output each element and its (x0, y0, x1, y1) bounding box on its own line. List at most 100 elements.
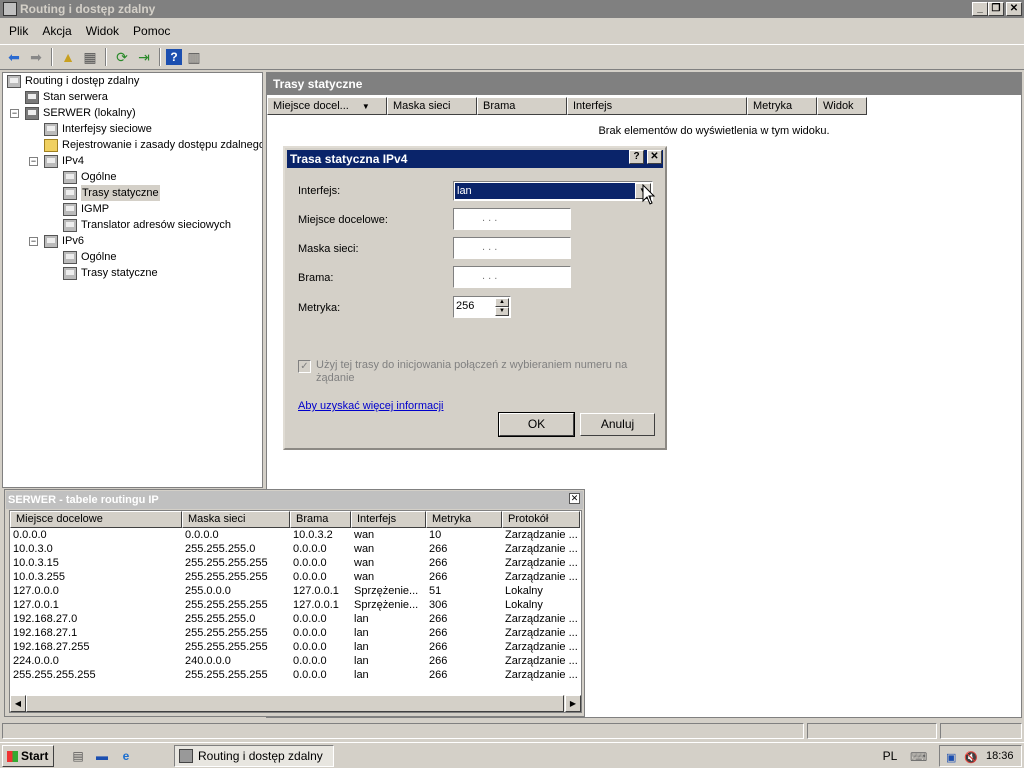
tree-server-status[interactable]: Stan serwera (25, 89, 108, 105)
scroll-right-icon[interactable]: ▶ (565, 695, 581, 712)
table-cell: lan (354, 613, 369, 625)
table-row[interactable]: 10.0.3.15 255.255.255.255 0.0.0.0 wan 266 Zar… (10, 556, 581, 570)
destination-ip-field[interactable]: . . . (453, 208, 571, 230)
tree-root[interactable]: Routing i dostęp zdalny (7, 73, 139, 89)
routing-app-icon (3, 2, 17, 16)
table-cell: 0.0.0.0 (293, 557, 327, 569)
show-desktop-icon[interactable]: ▬ (94, 748, 110, 764)
table-row[interactable]: 192.168.27.0 255.255.255.0 0.0.0.0 lan 266 Za… (10, 612, 581, 626)
taskbar-routing-button[interactable]: Routing i dostęp zdalny (174, 745, 334, 767)
minimize-button[interactable]: _ (972, 2, 988, 16)
table-row[interactable]: 192.168.27.1 255.255.255.255 0.0.0.0 lan 266… (10, 626, 581, 640)
tree-network-interfaces[interactable]: Interfejsy sieciowe (44, 121, 152, 137)
table-cell: 240.0.0.0 (185, 655, 231, 667)
language-indicator[interactable]: PL (876, 747, 904, 765)
spin-down-icon[interactable]: ▼ (495, 307, 509, 316)
collapse-server-icon[interactable]: − (10, 109, 19, 118)
close-button[interactable]: ✕ (1006, 2, 1022, 16)
up-folder-icon[interactable]: ▲ (58, 47, 78, 67)
refresh-icon[interactable]: ⟳ (112, 47, 132, 67)
export-list-icon[interactable]: ⇥ (134, 47, 154, 67)
col-interface[interactable]: Interfejs (567, 97, 747, 115)
maximize-button[interactable]: ❐ (988, 2, 1004, 16)
back-arrow-icon[interactable]: ⬅ (4, 47, 24, 67)
tree-remote-access-logging[interactable]: Rejestrowanie i zasady dostępu zdalnego (44, 137, 262, 153)
tree-nat[interactable]: Translator adresów sieciowych (63, 217, 231, 233)
dialog-help-button[interactable]: ? (629, 150, 644, 164)
interface-select[interactable]: lan ▼ (453, 181, 653, 201)
metric-value: 256 (456, 300, 475, 312)
col-gateway[interactable]: Brama (477, 97, 567, 115)
table-cell: 0.0.0.0 (13, 529, 47, 541)
table-cell: 127.0.0.0 (13, 585, 59, 597)
tree-ipv6-general[interactable]: Ogólne (63, 249, 116, 265)
internet-explorer-icon[interactable]: e (118, 748, 134, 764)
keyboard-icon[interactable]: ⌨ (910, 749, 927, 765)
col-metric[interactable]: Metryka (747, 97, 817, 115)
routing-col-header[interactable]: Metryka (426, 511, 502, 528)
table-cell: 192.168.27.255 (13, 641, 90, 653)
col-view[interactable]: Widok (817, 97, 867, 115)
routing-col-header[interactable]: Interfejs (351, 511, 426, 528)
tree-ipv6[interactable]: IPv6 (44, 233, 84, 249)
tree-ipv4[interactable]: IPv4 (44, 153, 84, 169)
table-row[interactable]: 10.0.3.0 255.255.255.0 0.0.0.0 wan 266 Zarząd… (10, 542, 581, 556)
ok-button[interactable]: OK (498, 412, 575, 437)
demand-dial-checkbox[interactable]: ✓ (298, 360, 311, 373)
scroll-left-icon[interactable]: ◀ (10, 695, 26, 712)
metric-stepper[interactable]: 256 ▲ ▼ (453, 296, 511, 318)
tree-server-local[interactable]: SERWER (lokalny) (25, 105, 136, 121)
table-row[interactable]: 127.0.0.1 255.255.255.255 127.0.0.1 Sprzęże… (10, 598, 581, 612)
routing-col-header[interactable]: Maska sieci (182, 511, 290, 528)
table-cell: 0.0.0.0 (293, 627, 327, 639)
collapse-ipv4-icon[interactable]: − (29, 157, 38, 166)
show-hide-tree-icon[interactable]: ▦ (80, 47, 100, 67)
tree-ipv4-general[interactable]: Ogólne (63, 169, 116, 185)
table-cell: wan (354, 543, 375, 555)
table-row[interactable]: 192.168.27.255 255.255.255.255 0.0.0.0 lan 2… (10, 640, 581, 654)
table-row[interactable]: 255.255.255.255 255.255.255.255 0.0.0.0 lan… (10, 668, 581, 682)
routing-table-close-icon[interactable]: ✕ (569, 493, 580, 504)
menu-file[interactable]: Plik (2, 24, 35, 38)
cancel-button[interactable]: Anuluj (580, 413, 655, 436)
table-cell: 0.0.0.0 (293, 669, 327, 681)
volume-muted-icon[interactable]: 🔇 (964, 748, 978, 768)
tree-igmp[interactable]: IGMP (63, 201, 109, 217)
scroll-thumb[interactable] (26, 695, 564, 712)
menu-help[interactable]: Pomoc (126, 24, 177, 38)
table-cell: 306 (429, 599, 448, 611)
routing-col-header[interactable]: Brama (290, 511, 351, 528)
spin-up-icon[interactable]: ▲ (495, 298, 509, 307)
dialog-close-button[interactable]: ✕ (647, 150, 662, 164)
routing-table-list: Miejsce docelowe Maska sieci Brama Interfej… (9, 510, 582, 713)
network-icon[interactable]: ▣ (946, 748, 956, 768)
table-row[interactable]: 0.0.0.0 0.0.0.0 10.0.3.2 wan 10 Zarządzanie .… (10, 528, 581, 542)
window-titlebar: Routing i dostęp zdalny _ ❐ ✕ (0, 0, 1024, 18)
tree-ipv6-static-routes[interactable]: Trasy statyczne (63, 265, 158, 281)
help-icon[interactable]: ? (166, 49, 182, 65)
forward-arrow-icon[interactable]: ➡ (26, 47, 46, 67)
toolbar-separator (159, 48, 161, 66)
server-manager-icon[interactable]: ▤ (70, 748, 86, 764)
col-destination[interactable]: Miejsce docel... ▼ (267, 97, 387, 115)
mask-ip-field[interactable]: . . . (453, 237, 571, 259)
gateway-ip-field[interactable]: . . . (453, 266, 571, 288)
menu-view[interactable]: Widok (79, 24, 126, 38)
tree-ipv4-static-routes[interactable]: Trasy statyczne (63, 185, 160, 201)
table-cell: Lokalny (505, 585, 543, 597)
properties-pane-icon[interactable]: ▥ (184, 47, 204, 67)
start-button[interactable]: Start (2, 745, 54, 767)
table-cell: Zarządzanie ... (505, 627, 578, 639)
menu-action[interactable]: Akcja (35, 24, 78, 38)
collapse-ipv6-icon[interactable]: − (29, 237, 38, 246)
table-row[interactable]: 224.0.0.0 240.0.0.0 0.0.0.0 lan 266 Zarządzan… (10, 654, 581, 668)
routing-col-header[interactable]: Miejsce docelowe (10, 511, 182, 528)
table-row[interactable]: 10.0.3.255 255.255.255.255 0.0.0.0 wan 266 Za… (10, 570, 581, 584)
more-info-link[interactable]: Aby uzyskać więcej informacji (298, 400, 444, 412)
col-mask[interactable]: Maska sieci (387, 97, 477, 115)
horizontal-scrollbar[interactable]: ◀ ▶ (10, 695, 581, 712)
table-row[interactable]: 127.0.0.0 255.0.0.0 127.0.0.1 Sprzężenie...… (10, 584, 581, 598)
routing-col-header[interactable]: Protokół (502, 511, 580, 528)
table-cell: 255.255.255.255 (185, 557, 268, 569)
table-cell: 266 (429, 543, 448, 555)
